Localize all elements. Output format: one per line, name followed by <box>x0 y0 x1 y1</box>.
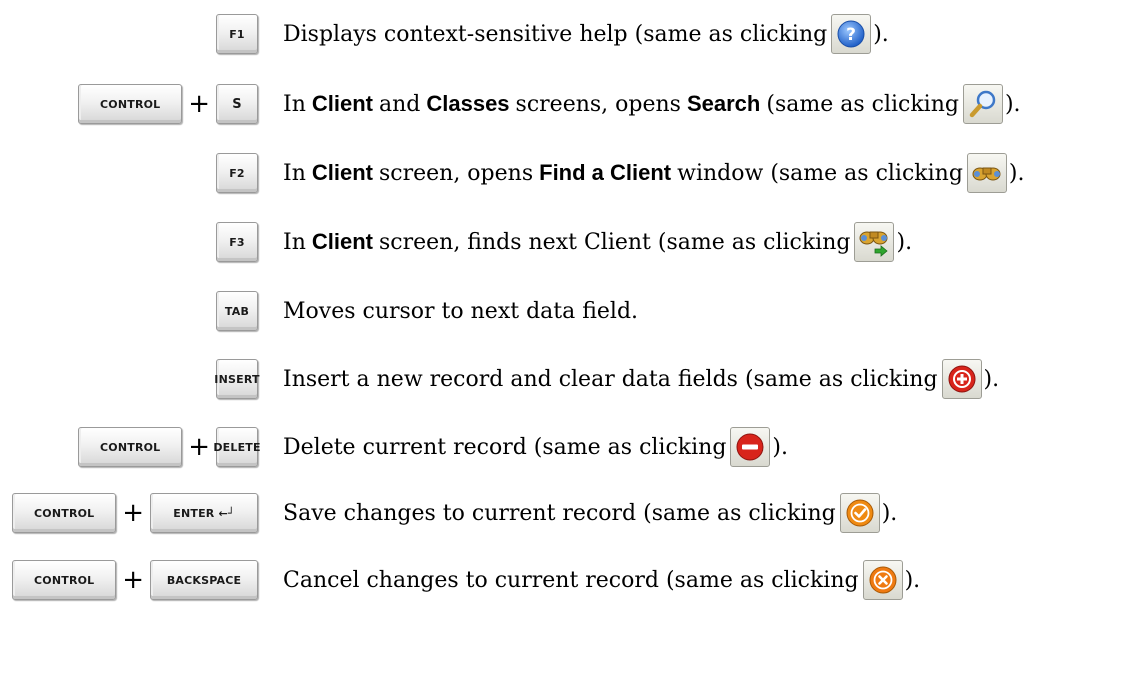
description-tail: ). <box>983 366 1000 392</box>
key-s: S <box>216 84 258 124</box>
description-text: screen, finds next Client (same as click… <box>378 229 851 255</box>
binoculars-icon <box>966 153 1007 193</box>
description-text: window (same as clicking <box>677 160 963 186</box>
shortcut-row-control-delete: CONTROL + DELETE Delete current record (… <box>0 425 1124 471</box>
bold-term-client: Client <box>311 160 373 185</box>
description-text: Insert a new record and clear data field… <box>283 366 938 392</box>
description-tail: ). <box>881 500 898 526</box>
key-f3: F3 <box>216 222 258 262</box>
save-record-icon <box>839 493 880 533</box>
shortcut-description: Cancel changes to current record (same a… <box>283 558 920 602</box>
shortcut-description: Displays context-sensitive help (same as… <box>283 12 889 56</box>
key-combo: CONTROL + ENTER ←┘ <box>12 491 258 535</box>
bold-term-find-a-client: Find a Client <box>539 160 672 185</box>
key-combo: F1 <box>216 12 258 56</box>
shortcut-description: In Client screen, finds next Client (sam… <box>283 220 912 264</box>
key-combo: F3 <box>216 220 258 264</box>
description-text: Save changes to current record (same as … <box>283 500 836 526</box>
shortcut-description: Save changes to current record (same as … <box>283 491 897 535</box>
key-combo: F2 <box>216 151 258 195</box>
key-control: CONTROL <box>78 427 183 467</box>
key-control: CONTROL <box>12 560 117 600</box>
description-tail: ). <box>1008 160 1025 186</box>
description-tail: ). <box>873 21 889 47</box>
shortcut-row-control-s: CONTROL + S In Client and Classes screen… <box>0 82 1124 128</box>
plus-sign: + <box>188 432 210 462</box>
bold-term-classes: Classes <box>426 91 510 116</box>
delete-record-icon <box>730 427 771 467</box>
shortcut-description: Delete current record (same as clicking … <box>283 425 788 469</box>
description-text: screens, opens <box>515 91 681 117</box>
key-combo: CONTROL + DELETE <box>78 425 261 469</box>
svg-text:?: ? <box>846 25 856 45</box>
shortcut-row-insert: INSERT Insert a new record and clear dat… <box>0 357 1124 403</box>
cancel-record-icon <box>862 560 903 600</box>
description-text: screen, opens <box>378 160 534 186</box>
description-text: Moves cursor to next data field. <box>283 298 639 324</box>
plus-sign: + <box>188 89 210 119</box>
insert-record-icon <box>941 359 982 399</box>
key-combo: INSERT <box>214 357 260 401</box>
plus-sign: + <box>122 565 144 595</box>
description-text: In <box>283 91 306 117</box>
description-text: (same as clicking <box>766 91 959 117</box>
description-text: In <box>283 229 306 255</box>
bold-term-client: Client <box>311 229 373 254</box>
description-tail: ). <box>896 229 913 255</box>
bold-term-search: Search <box>686 91 761 116</box>
shortcut-row-f3: F3 In Client screen, finds next Client (… <box>0 220 1124 266</box>
description-text: Displays context-sensitive help (same as… <box>283 21 828 47</box>
description-tail: ). <box>1004 91 1021 117</box>
key-delete: DELETE <box>213 427 261 467</box>
shortcut-row-tab: TAB Moves cursor to next data field. <box>0 289 1124 335</box>
binoculars-next-icon <box>854 222 895 262</box>
key-combo: TAB <box>216 289 258 333</box>
key-combo: CONTROL + BACKSPACE <box>12 558 258 602</box>
shortcut-row-f1: F1 Displays context-sensitive help (same… <box>0 12 1124 58</box>
magnifier-icon <box>962 84 1003 124</box>
shortcut-description: Insert a new record and clear data field… <box>283 357 999 401</box>
shortcut-description: In Client screen, opens Find a Client wi… <box>283 151 1025 195</box>
shortcut-row-control-enter: CONTROL + ENTER ←┘ Save changes to curre… <box>0 491 1124 537</box>
shortcut-row-control-backspace: CONTROL + BACKSPACE Cancel changes to cu… <box>0 558 1124 604</box>
key-f1: F1 <box>216 14 258 54</box>
key-f2: F2 <box>216 153 258 193</box>
key-control: CONTROL <box>78 84 183 124</box>
key-insert: INSERT <box>214 359 260 399</box>
description-tail: ). <box>904 567 921 593</box>
description-text: In <box>283 160 306 186</box>
shortcut-description: Moves cursor to next data field. <box>283 289 638 333</box>
shortcut-row-f2: F2 In Client screen, opens Find a Client… <box>0 151 1124 197</box>
key-enter: ENTER ←┘ <box>150 493 258 533</box>
key-combo: CONTROL + S <box>78 82 258 126</box>
description-text: Delete current record (same as clicking <box>283 434 727 460</box>
help-icon: ? <box>831 14 872 54</box>
plus-sign: + <box>122 498 144 528</box>
bold-term-client: Client <box>311 91 373 116</box>
description-text: Cancel changes to current record (same a… <box>283 567 859 593</box>
description-text: and <box>378 91 421 117</box>
key-tab: TAB <box>216 291 258 331</box>
description-tail: ). <box>772 434 788 460</box>
shortcut-description: In Client and Classes screens, opens Sea… <box>283 82 1021 126</box>
key-backspace: BACKSPACE <box>150 560 258 600</box>
key-control: CONTROL <box>12 493 117 533</box>
